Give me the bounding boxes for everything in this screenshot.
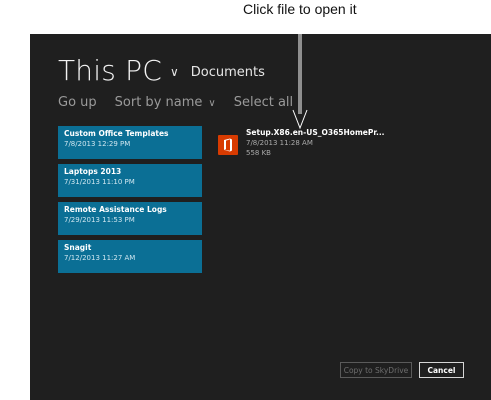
chevron-down-icon: ∨ (208, 98, 216, 109)
select-all-button[interactable]: Select all (234, 95, 293, 110)
command-bar: Go up Sort by name ∨ Select all (58, 95, 293, 110)
folder-list: Custom Office Templates 7/8/2013 12:29 P… (58, 126, 202, 278)
annotation-area: Click file to open it (0, 0, 491, 34)
folder-date: 7/8/2013 12:29 PM (64, 140, 131, 148)
annotation-label: Click file to open it (243, 1, 357, 17)
folder-tile[interactable]: Snagit 7/12/2013 11:27 AM (58, 240, 202, 273)
folder-tile[interactable]: Laptops 2013 7/31/2013 11:10 PM (58, 164, 202, 197)
folder-tile[interactable]: Remote Assistance Logs 7/29/2013 11:53 P… (58, 202, 202, 235)
file-name: Setup.X86.en-US_O365HomePr... (246, 128, 385, 137)
file-size: 558 KB (246, 149, 271, 157)
page-title: This PC (58, 54, 162, 87)
current-folder-label: Documents (190, 65, 265, 80)
office-icon (218, 135, 238, 155)
folder-name: Remote Assistance Logs (64, 205, 167, 214)
chevron-down-icon[interactable]: ∨ (170, 65, 179, 79)
file-item[interactable]: Setup.X86.en-US_O365HomePr... 7/8/2013 1… (218, 128, 388, 162)
file-details: Setup.X86.en-US_O365HomePr... 7/8/2013 1… (246, 128, 385, 162)
folder-date: 7/31/2013 11:10 PM (64, 178, 135, 186)
folder-name: Custom Office Templates (64, 129, 169, 138)
copy-to-skydrive-button[interactable]: Copy to SkyDrive (340, 362, 412, 378)
folder-name: Laptops 2013 (64, 167, 122, 176)
cancel-button[interactable]: Cancel (419, 362, 464, 378)
file-date: 7/8/2013 11:28 AM (246, 139, 313, 147)
annotation-arrow (292, 18, 308, 130)
header: This PC ∨ Documents (58, 54, 265, 87)
sort-by-label: Sort by name (114, 95, 203, 110)
folder-name: Snagit (64, 243, 92, 252)
go-up-button[interactable]: Go up (58, 95, 97, 110)
sort-by-dropdown[interactable]: Sort by name ∨ (115, 95, 216, 110)
folder-date: 7/29/2013 11:53 PM (64, 216, 135, 224)
folder-tile[interactable]: Custom Office Templates 7/8/2013 12:29 P… (58, 126, 202, 159)
folder-date: 7/12/2013 11:27 AM (64, 254, 136, 262)
